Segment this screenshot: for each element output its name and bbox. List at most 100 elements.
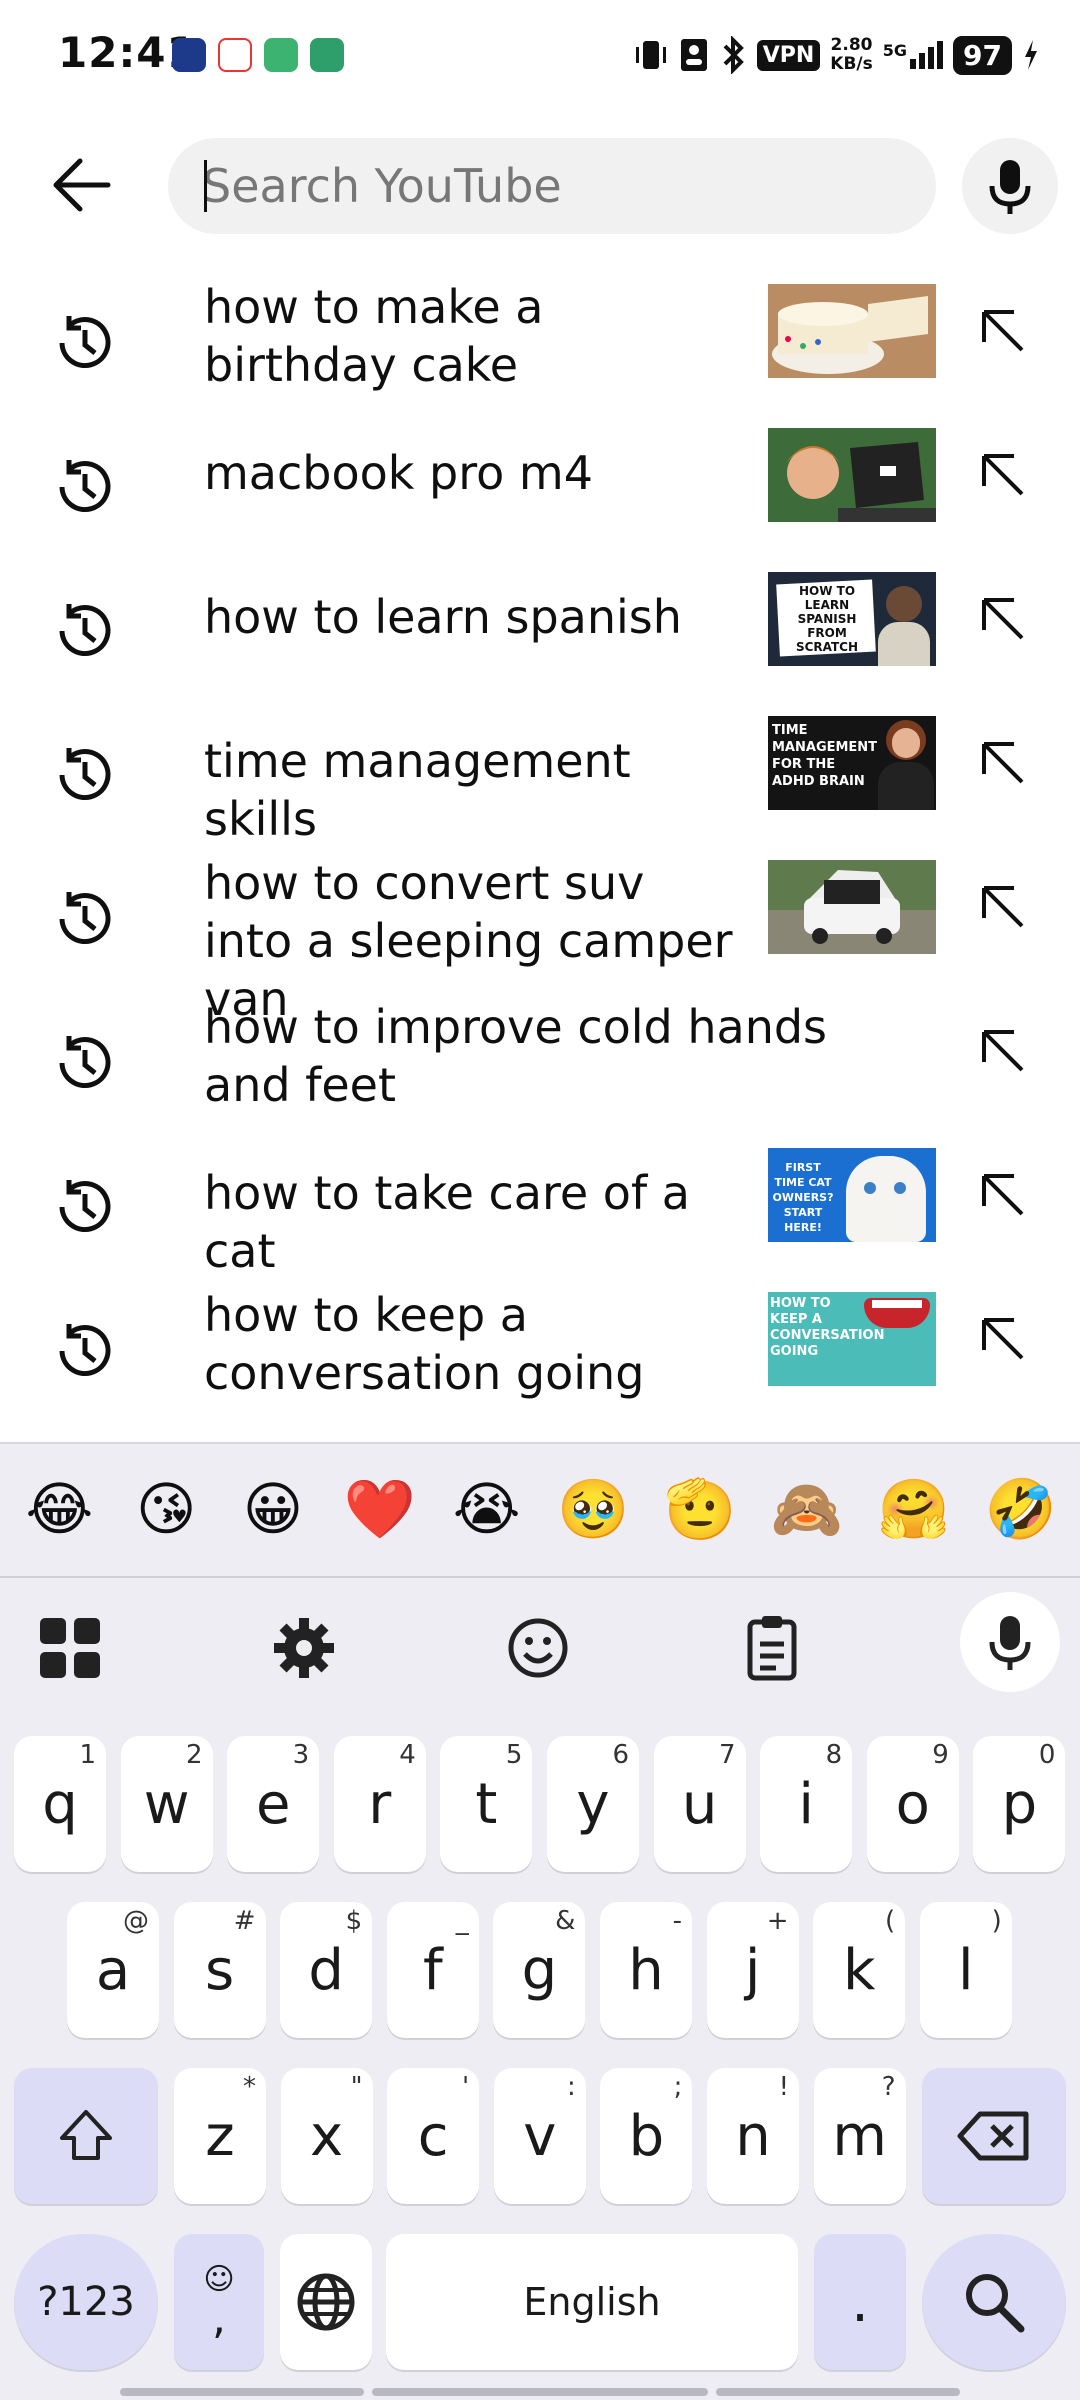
history-icon	[59, 316, 111, 369]
letter-key[interactable]: n!	[707, 2068, 799, 2204]
suggestion-item[interactable]: how to take care of a cat FIRST TIME CAT…	[0, 1134, 1080, 1278]
alternate-character: 6	[612, 1740, 629, 1770]
fill-query-arrow-icon[interactable]	[972, 1308, 1032, 1368]
letter-key[interactable]: i8	[760, 1736, 853, 1872]
letter-key[interactable]: z *	[174, 2068, 266, 2204]
alternate-character: '	[462, 2072, 470, 2102]
letter-key[interactable]: c '	[387, 2068, 480, 2204]
emoji-suggestion[interactable]: 🥹	[543, 1475, 643, 1544]
emoji-suggestion[interactable]: 🫡	[650, 1475, 750, 1544]
letter-key[interactable]: x "	[280, 2068, 373, 2204]
emoji-suggestion[interactable]: 🙈	[757, 1475, 857, 1544]
fill-query-arrow-icon[interactable]	[972, 876, 1032, 936]
fill-query-arrow-icon[interactable]	[972, 588, 1032, 648]
thumbnail-caption: FIRST TIME CAT OWNERS? START HERE!	[772, 1161, 834, 1234]
emoji-suggestion[interactable]: 🤣	[971, 1475, 1071, 1544]
notification-app-icon	[172, 38, 206, 72]
emoji-suggestion[interactable]: 😀	[223, 1475, 323, 1543]
letter-key[interactable]: a @	[67, 1902, 159, 2038]
suggestion-item[interactable]: how to learn spanish HOW TO LEARN SPANIS…	[0, 558, 1080, 702]
suggestion-item[interactable]: time management skills TIME MANAGEMENT F…	[0, 702, 1080, 846]
letter-key[interactable]: j +	[706, 1902, 799, 2038]
back-button[interactable]	[44, 150, 124, 220]
fill-query-arrow-icon[interactable]	[972, 300, 1032, 360]
letter-key[interactable]: r4	[333, 1736, 426, 1872]
signal-icon: 5G	[883, 41, 944, 69]
suggestion-text: how to keep a conversation going	[204, 1288, 645, 1400]
emoji-suggestion[interactable]: 😘	[116, 1475, 216, 1543]
thumbnail-caption: TIME MANAGEMENT FOR THE ADHD BRAIN	[772, 723, 878, 789]
letter-key[interactable]: m?	[813, 2068, 906, 2204]
charging-icon	[1025, 40, 1037, 70]
fill-query-arrow-icon[interactable]	[972, 1020, 1032, 1080]
suggestion-item[interactable]: macbook pro m4	[0, 414, 1080, 558]
alternate-character: !	[778, 2072, 789, 2102]
letter-key[interactable]: v:	[493, 2068, 586, 2204]
alternate-character: ?	[881, 2072, 896, 2102]
emoji-suggestion[interactable]: 🤗	[864, 1475, 964, 1544]
letter-key[interactable]: s #	[173, 1902, 266, 2038]
letter-key[interactable]: p0	[973, 1736, 1066, 1872]
comma-emoji-key[interactable]: ☺ ,	[174, 2234, 264, 2370]
language-key[interactable]	[280, 2234, 372, 2370]
suggestion-item[interactable]: how to improve cold hands and feet	[0, 990, 1080, 1134]
battery-indicator: 97	[953, 35, 1012, 75]
letter-key[interactable]: u7	[653, 1736, 746, 1872]
period-key[interactable]: .	[814, 2234, 906, 2370]
letter-key[interactable]: o9	[866, 1736, 959, 1872]
history-icon	[59, 604, 111, 657]
letter-key[interactable]: w2	[120, 1736, 213, 1872]
microphone-icon	[989, 1616, 1031, 1670]
letter-key[interactable]: l)	[919, 1902, 1012, 2038]
alternate-character: ;	[673, 2072, 683, 2102]
letter-key[interactable]: b;	[600, 2068, 693, 2204]
letter-key[interactable]: h-	[600, 1902, 692, 2038]
alternate-character: 4	[399, 1740, 416, 1770]
fill-query-arrow-icon[interactable]	[972, 1164, 1032, 1224]
letter-key[interactable]: t5	[440, 1736, 533, 1872]
vibrate-icon	[635, 41, 666, 69]
letter-key[interactable]: q1	[14, 1736, 106, 1872]
fill-query-arrow-icon[interactable]	[972, 732, 1032, 792]
letter-key[interactable]: f _	[386, 1902, 479, 2038]
voice-search-button[interactable]	[962, 138, 1058, 234]
search-icon	[966, 2274, 1025, 2333]
nav-gesture-bar	[716, 2388, 960, 2396]
shift-arrow-icon	[60, 2110, 112, 2160]
keyboard-voice-button[interactable]	[960, 1592, 1060, 1692]
suggestion-item[interactable]: how to convert suv into a sleeping campe…	[0, 846, 1080, 1026]
search-input[interactable]	[202, 138, 902, 234]
apps-grid-icon[interactable]	[32, 1610, 108, 1686]
letter-key[interactable]: y6	[547, 1736, 639, 1872]
search-action-key[interactable]	[922, 2234, 1066, 2370]
alternate-character: 1	[79, 1740, 96, 1770]
letter-key[interactable]: d $	[280, 1902, 373, 2038]
bluetooth-icon	[723, 36, 744, 74]
letter-key[interactable]: k(	[813, 1902, 906, 2038]
space-key[interactable]: English	[386, 2234, 798, 2370]
fill-query-arrow-icon[interactable]	[972, 444, 1032, 504]
status-bar: 12:41 VPN 2.80 KB/s 5G 97	[0, 0, 1080, 110]
arrow-left-icon	[53, 158, 111, 212]
alternate-character: :	[567, 2072, 576, 2102]
emoji-icon[interactable]	[500, 1610, 576, 1686]
emoji-suggestion[interactable]: ❤️	[330, 1475, 430, 1544]
contact-card-icon	[680, 39, 707, 71]
suggestion-item[interactable]: how to make a birthday cake	[0, 270, 1080, 414]
emoji-suggestion[interactable]: 😭	[437, 1475, 537, 1543]
notification-app-icon	[218, 38, 252, 72]
backspace-key[interactable]	[922, 2068, 1066, 2204]
letter-key[interactable]: g &	[493, 1902, 586, 2038]
search-box[interactable]	[168, 138, 936, 234]
settings-gear-icon[interactable]	[266, 1610, 342, 1686]
suggestion-text: how to improve cold hands and feet	[204, 1000, 828, 1112]
emoji-hint-icon: ☺	[203, 2262, 235, 2297]
shift-key[interactable]	[14, 2068, 158, 2204]
alternate-character: 8	[825, 1740, 843, 1770]
suggestion-thumbnail: FIRST TIME CAT OWNERS? START HERE!	[768, 1148, 936, 1242]
letter-key[interactable]: e3	[227, 1736, 320, 1872]
clipboard-icon[interactable]	[734, 1610, 810, 1686]
symbols-key[interactable]: ?123	[14, 2234, 158, 2370]
emoji-suggestion[interactable]: 😂	[9, 1475, 109, 1543]
suggestion-item[interactable]: how to keep a conversation going HOW TO …	[0, 1278, 1080, 1422]
